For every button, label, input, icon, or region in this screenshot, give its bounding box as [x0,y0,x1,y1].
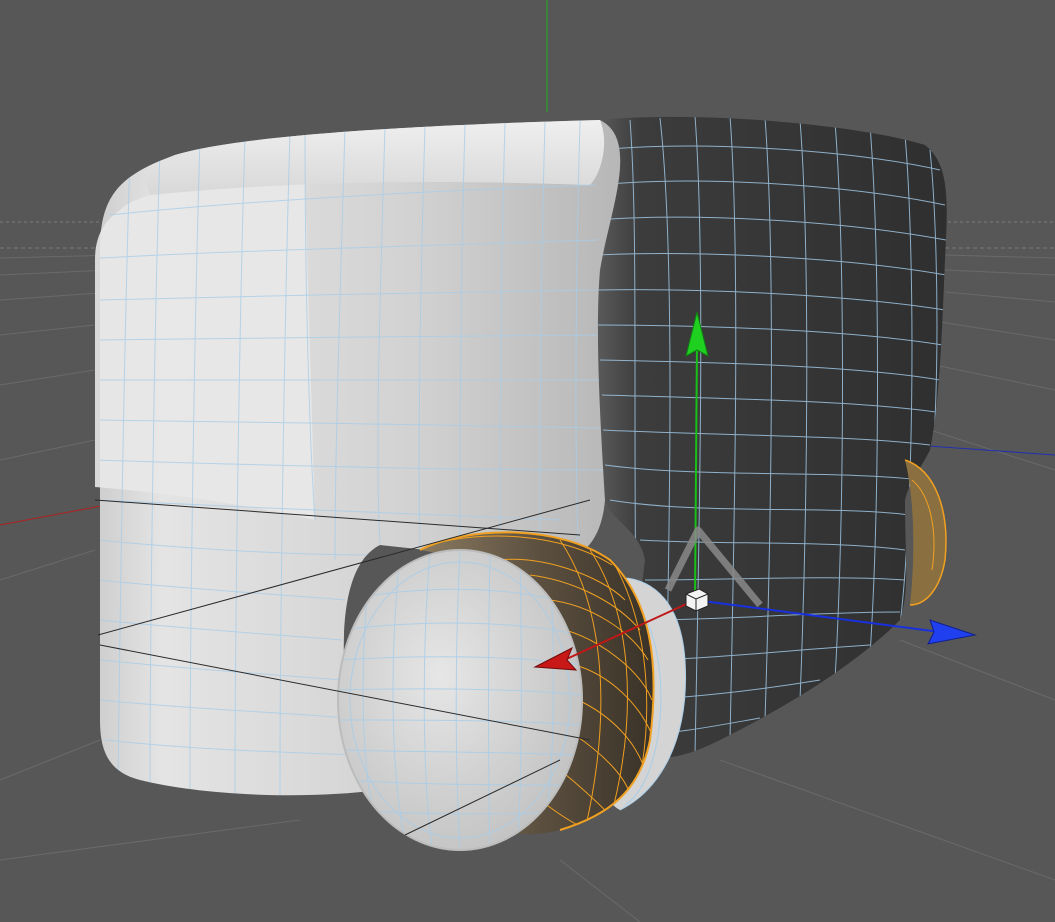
object-center-icon[interactable] [685,588,709,612]
rear-wheel-ring[interactable] [904,459,947,606]
move-arrow-z-icon[interactable] [927,619,977,645]
3d-viewport[interactable] [0,0,1055,922]
viewport-canvas[interactable] [0,0,1055,922]
